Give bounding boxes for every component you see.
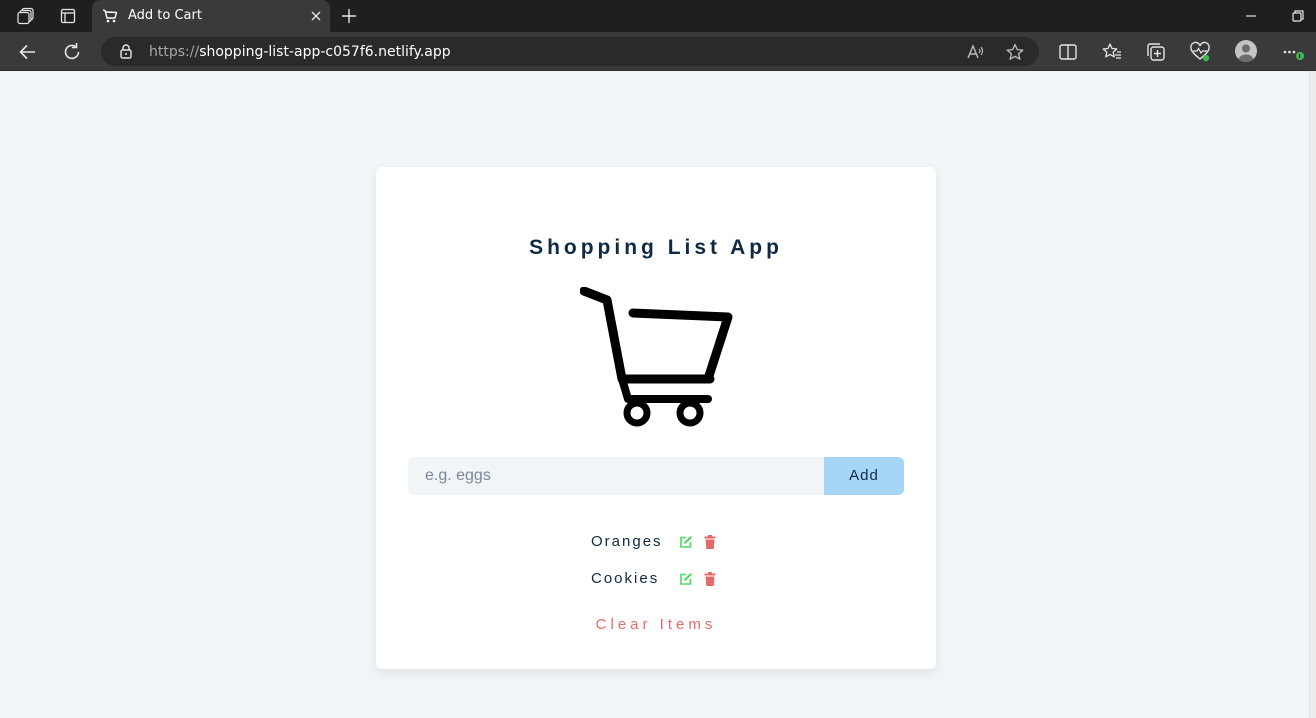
split-screen-icon[interactable] (1057, 41, 1079, 63)
list-item: Cookies (591, 570, 721, 588)
url-text: https://shopping-list-app-c057f6.netlify… (149, 44, 451, 60)
shopping-cart-icon (579, 286, 736, 429)
address-bar[interactable]: https://shopping-list-app-c057f6.netlify… (101, 37, 1039, 66)
restore-icon[interactable] (1290, 8, 1306, 24)
browser-tab-strip: Add to Cart (0, 0, 1316, 32)
edit-icon[interactable] (679, 572, 693, 586)
lock-icon[interactable] (118, 43, 134, 59)
more-menu-icon[interactable] (1281, 41, 1304, 63)
active-tab[interactable]: Add to Cart (92, 0, 330, 32)
address-toolbar: https://shopping-list-app-c057f6.netlify… (0, 32, 1316, 71)
add-item-form: Add (408, 457, 904, 495)
workspaces-icon[interactable] (16, 6, 36, 26)
close-tab-icon[interactable] (308, 8, 324, 24)
item-name: Cookies (591, 570, 660, 587)
edit-icon[interactable] (679, 535, 693, 549)
trash-icon[interactable] (704, 535, 716, 549)
new-tab-icon[interactable] (339, 6, 359, 26)
item-name: Oranges (591, 533, 663, 550)
add-button[interactable]: Add (824, 457, 904, 495)
shopping-list-card: Shopping List App Add Oranges Cookies (376, 167, 936, 669)
app-title: Shopping List App (529, 236, 783, 259)
page-scrollbar[interactable] (1309, 71, 1316, 718)
url-host: shopping-list-app-c057f6.netlify.app (199, 44, 451, 60)
trash-icon[interactable] (704, 572, 716, 586)
minimize-icon[interactable] (1243, 8, 1259, 24)
refresh-icon[interactable] (61, 41, 83, 63)
item-input[interactable] (408, 457, 824, 495)
clear-items-button[interactable]: Clear Items (376, 616, 936, 633)
collections-icon[interactable] (1145, 41, 1167, 63)
shopping-cart-icon (102, 8, 118, 24)
back-arrow-icon[interactable] (17, 41, 39, 63)
list-item: Oranges (591, 533, 721, 551)
tab-title: Add to Cart (128, 8, 202, 23)
browser-essentials-icon[interactable] (1189, 41, 1211, 63)
tab-actions-icon[interactable] (58, 6, 78, 26)
read-aloud-icon[interactable] (965, 42, 985, 62)
profile-avatar[interactable] (1235, 40, 1257, 62)
favorite-star-icon[interactable] (1005, 42, 1025, 62)
favorites-icon[interactable] (1101, 41, 1123, 63)
url-scheme: https:// (149, 44, 200, 60)
